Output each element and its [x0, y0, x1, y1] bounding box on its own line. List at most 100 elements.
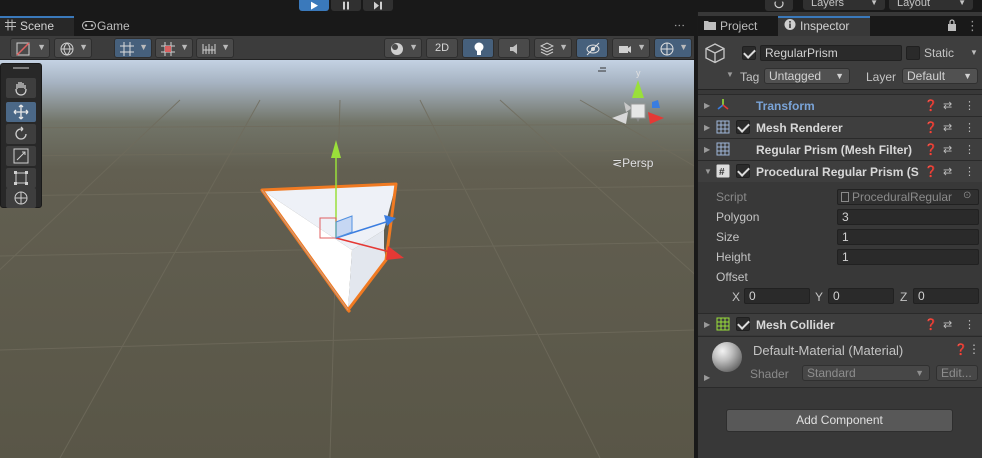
shader-label: Shader — [750, 367, 789, 381]
pause-button[interactable] — [331, 0, 361, 11]
transform-tool-button[interactable] — [6, 188, 36, 208]
tag-dropdown[interactable]: Untagged ▼ — [764, 68, 850, 84]
more-menu-icon[interactable]: ⋮ — [964, 165, 975, 178]
static-toggle[interactable] — [906, 46, 920, 60]
step-button[interactable] — [363, 0, 393, 11]
component-procedural-regular-prism[interactable]: ▼ # Procedural Regular Prism (S ❓ ⇄ ⋮ — [698, 160, 982, 182]
more-menu-icon[interactable]: ⋮ — [968, 342, 980, 356]
layer-dropdown[interactable]: Default ▼ — [902, 68, 978, 84]
help-icon[interactable]: ❓ — [924, 143, 938, 156]
help-icon[interactable]: ❓ — [924, 165, 938, 178]
tab-inspector-label: Inspector — [800, 19, 850, 33]
history-button[interactable] — [765, 0, 793, 11]
global-button[interactable]: ▼ — [54, 38, 92, 58]
add-component-button[interactable]: Add Component — [726, 409, 953, 432]
lighting-button[interactable] — [462, 38, 494, 58]
camera-button[interactable]: ▼ — [612, 38, 650, 58]
more-menu-icon[interactable]: ⋮ — [964, 121, 975, 134]
shading-mode-button[interactable]: ▼ — [10, 38, 50, 58]
object-picker-icon[interactable]: ⊙ — [963, 190, 971, 201]
more-menu-icon[interactable]: ⋮ — [966, 18, 979, 34]
inspector-tab-bar: Project Inspector ⋮ — [698, 16, 982, 36]
draw-mode-button[interactable]: ▼ — [384, 38, 422, 58]
chevron-right-icon[interactable]: ▶ — [704, 101, 710, 110]
rotate-tool-icon — [15, 126, 27, 140]
drag-handle-icon[interactable] — [13, 67, 29, 69]
offset-label: Offset — [716, 270, 748, 284]
layer-value: Default — [907, 69, 946, 83]
presets-icon[interactable]: ⇄ — [943, 165, 952, 178]
rotate-tool-button[interactable] — [6, 124, 36, 144]
edit-shader-button[interactable]: Edit... — [936, 365, 978, 381]
more-menu-icon[interactable]: ⋮ — [964, 143, 975, 156]
tab-game-label: Game — [97, 19, 130, 33]
chevron-right-icon[interactable]: ▶ — [704, 123, 710, 132]
ruler-button[interactable]: ▼ — [196, 38, 234, 58]
script-icon: # — [716, 164, 730, 181]
scale-tool-button[interactable] — [6, 146, 36, 166]
ruler-icon — [202, 44, 216, 54]
polygon-label: Polygon — [716, 210, 760, 224]
grid-snap-button[interactable]: ▼ — [114, 38, 152, 58]
chevron-right-icon[interactable]: ▶ — [704, 145, 710, 154]
effects-button[interactable]: ▼ — [534, 38, 572, 58]
chevron-down-icon[interactable]: ▼ — [704, 167, 712, 176]
layout-dropdown[interactable]: Layout ▼ — [889, 0, 973, 10]
rect-tool-icon — [14, 171, 28, 185]
more-menu-icon[interactable]: ⋮ — [673, 20, 686, 30]
more-menu-icon[interactable]: ⋮ — [964, 318, 975, 331]
tab-scene[interactable]: Scene — [0, 16, 74, 36]
chevron-down-icon: ▼ — [835, 71, 844, 81]
audio-button[interactable] — [498, 38, 530, 58]
play-button[interactable] — [299, 0, 329, 11]
offset-y-field[interactable]: 0 — [828, 288, 894, 304]
tab-project-label: Project — [720, 19, 758, 33]
help-icon[interactable]: ❓ — [954, 343, 968, 356]
move-tool-button[interactable] — [6, 102, 36, 122]
shader-dropdown[interactable]: Standard ▼ — [802, 365, 930, 381]
chevron-down-icon[interactable]: ▼ — [970, 48, 978, 57]
presets-icon[interactable]: ⇄ — [943, 318, 952, 331]
gizmos-button[interactable]: ▼ — [654, 38, 692, 58]
mode-2d-button[interactable]: 2D — [426, 38, 458, 58]
layers-dropdown[interactable]: Layers ▼ — [803, 0, 885, 10]
offset-x-field[interactable]: 0 — [744, 288, 810, 304]
size-field[interactable]: 1 — [837, 229, 979, 245]
component-transform[interactable]: ▶ Transform ❓ ⇄ ⋮ — [698, 94, 982, 116]
layer-label: Layer — [866, 70, 897, 84]
component-mesh-filter[interactable]: ▶ Regular Prism (Mesh Filter) ❓ ⇄ ⋮ — [698, 138, 982, 160]
rect-tool-button[interactable] — [6, 168, 36, 188]
help-icon[interactable]: ❓ — [924, 121, 938, 134]
chevron-down-icon: ▼ — [37, 42, 46, 52]
lock-icon[interactable] — [947, 19, 957, 34]
presets-icon[interactable]: ⇄ — [943, 121, 952, 134]
help-icon[interactable]: ❓ — [924, 318, 938, 331]
component-name: Regular Prism (Mesh Filter) — [756, 143, 913, 157]
active-toggle[interactable] — [742, 46, 756, 60]
presets-icon[interactable]: ⇄ — [943, 143, 952, 156]
presets-icon[interactable]: ⇄ — [943, 99, 952, 112]
tab-inspector[interactable]: Inspector — [778, 16, 870, 36]
component-enabled-toggle[interactable] — [736, 120, 750, 134]
height-field[interactable]: 1 — [837, 249, 979, 265]
polygon-field[interactable]: 3 — [837, 209, 979, 225]
component-enabled-toggle[interactable] — [736, 317, 750, 331]
hand-tool-button[interactable] — [6, 78, 36, 98]
chevron-down-icon[interactable]: ▼ — [726, 70, 734, 79]
component-mesh-collider[interactable]: ▶ Mesh Collider ❓ ⇄ ⋮ — [698, 313, 982, 335]
component-enabled-toggle[interactable] — [736, 164, 750, 178]
tab-project[interactable]: Project — [698, 16, 776, 36]
persp-label[interactable]: ⋜Persp — [612, 156, 653, 170]
offset-z-field[interactable]: 0 — [913, 288, 979, 304]
chevron-right-icon[interactable]: ▶ — [704, 373, 710, 382]
tab-game[interactable]: Game — [77, 16, 167, 36]
snap-increment-button[interactable]: ▼ — [155, 38, 193, 58]
offset-x-label: X — [732, 290, 741, 304]
component-mesh-renderer[interactable]: ▶ Mesh Renderer ❓ ⇄ ⋮ — [698, 116, 982, 138]
scene-viewport[interactable]: y ⋜Persp — [0, 60, 694, 458]
scene-visibility-button[interactable] — [576, 38, 608, 58]
help-icon[interactable]: ❓ — [924, 99, 938, 112]
more-menu-icon[interactable]: ⋮ — [964, 99, 975, 112]
chevron-right-icon[interactable]: ▶ — [704, 320, 710, 329]
object-name-field[interactable]: RegularPrism — [760, 45, 902, 61]
